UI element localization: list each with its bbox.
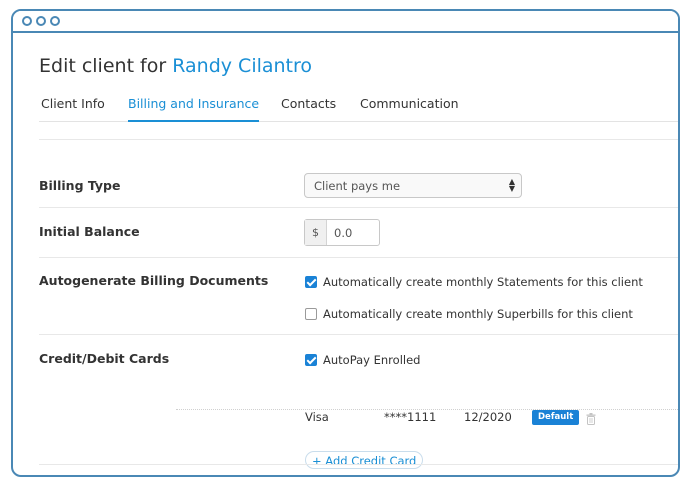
window-close-dot[interactable] (22, 16, 32, 26)
card-number: ****1111 (384, 410, 437, 424)
page-content: Edit client for Randy Cilantro Client In… (13, 35, 678, 475)
statements-option-label: Automatically create monthly Statements … (323, 275, 643, 289)
tab-billing-and-insurance[interactable]: Billing and Insurance (128, 96, 260, 122)
initial-balance-input[interactable]: $ 0.0 (304, 219, 380, 246)
autopay-checkbox[interactable] (305, 354, 317, 366)
billing-type-label: Billing Type (39, 178, 121, 193)
autopay-label: AutoPay Enrolled (323, 353, 421, 367)
window-zoom-dot[interactable] (50, 16, 60, 26)
card-row-divider (176, 409, 678, 410)
section-bottom-divider (39, 464, 678, 465)
row-divider (39, 257, 678, 258)
window-titlebar (13, 11, 678, 33)
tab-bar: Client Info Billing and Insurance Contac… (39, 94, 678, 122)
superbills-checkbox[interactable] (305, 308, 317, 320)
billing-type-select[interactable]: Client pays me ▲ ▼ (304, 173, 522, 198)
superbills-option-label: Automatically create monthly Superbills … (323, 307, 633, 321)
client-name: Randy Cilantro (172, 55, 313, 77)
statements-option[interactable]: Automatically create monthly Statements … (305, 275, 643, 289)
section-divider (39, 139, 678, 140)
page-title-prefix: Edit client for (39, 55, 167, 77)
window-minimize-dot[interactable] (36, 16, 46, 26)
superbills-option[interactable]: Automatically create monthly Superbills … (305, 307, 633, 321)
select-arrows-icon: ▲ ▼ (508, 177, 515, 193)
statements-checkbox[interactable] (305, 276, 317, 288)
tab-client-info[interactable]: Client Info (41, 96, 105, 122)
cards-label: Credit/Debit Cards (39, 351, 170, 366)
tab-contacts[interactable]: Contacts (281, 96, 336, 122)
autopay-option[interactable]: AutoPay Enrolled (305, 353, 420, 367)
add-credit-card-button[interactable]: + Add Credit Card (305, 451, 424, 469)
page-title: Edit client for Randy Cilantro (39, 55, 312, 77)
billing-type-value: Client pays me (314, 179, 401, 193)
autogenerate-label: Autogenerate Billing Documents (39, 273, 269, 288)
initial-balance-value: 0.0 (334, 226, 353, 240)
app-window: Edit client for Randy Cilantro Client In… (11, 9, 680, 477)
row-divider (39, 334, 678, 335)
initial-balance-label: Initial Balance (39, 224, 140, 239)
card-brand: Visa (305, 410, 329, 424)
default-badge: Default (532, 410, 580, 425)
trash-icon[interactable] (586, 410, 596, 429)
currency-prefix: $ (305, 220, 327, 245)
card-expiry: 12/2020 (464, 410, 512, 424)
tab-communication[interactable]: Communication (360, 96, 459, 122)
row-divider (39, 207, 678, 208)
